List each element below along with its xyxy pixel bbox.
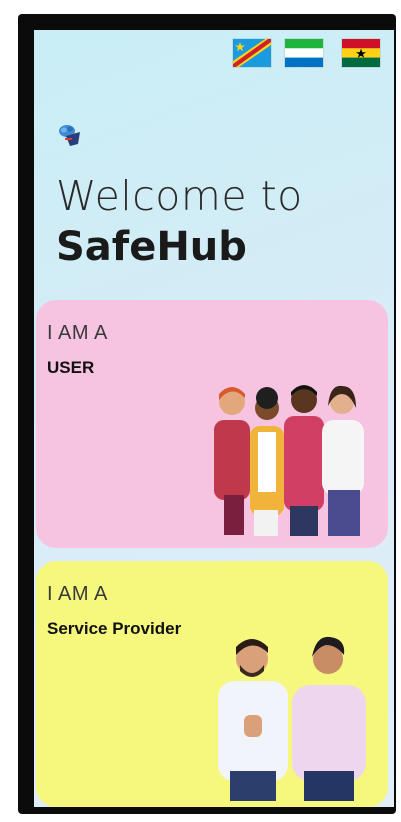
user-card-title: USER <box>47 358 95 377</box>
user-role-card[interactable]: I AM A USER <box>36 300 388 548</box>
user-card-kicker: I AM A <box>47 322 108 344</box>
ghana-flag-icon[interactable] <box>341 38 381 68</box>
provider-card-title: Service Provider <box>47 619 182 638</box>
service-provider-role-card[interactable]: I AM A Service Provider <box>36 561 388 807</box>
brain-logo-icon <box>56 122 82 148</box>
app-screen: Welcome to SafeHub I AM A USER I AM A Se… <box>34 30 394 807</box>
welcome-text: Welcome to <box>56 172 303 220</box>
dr-congo-flag-icon[interactable] <box>232 38 272 68</box>
group-of-people-illustration <box>214 385 364 536</box>
sierra-leone-flag-icon[interactable] <box>284 38 324 68</box>
provider-card-kicker: I AM A <box>47 583 108 605</box>
two-people-illustration <box>218 636 366 801</box>
app-title: SafeHub <box>56 224 247 270</box>
